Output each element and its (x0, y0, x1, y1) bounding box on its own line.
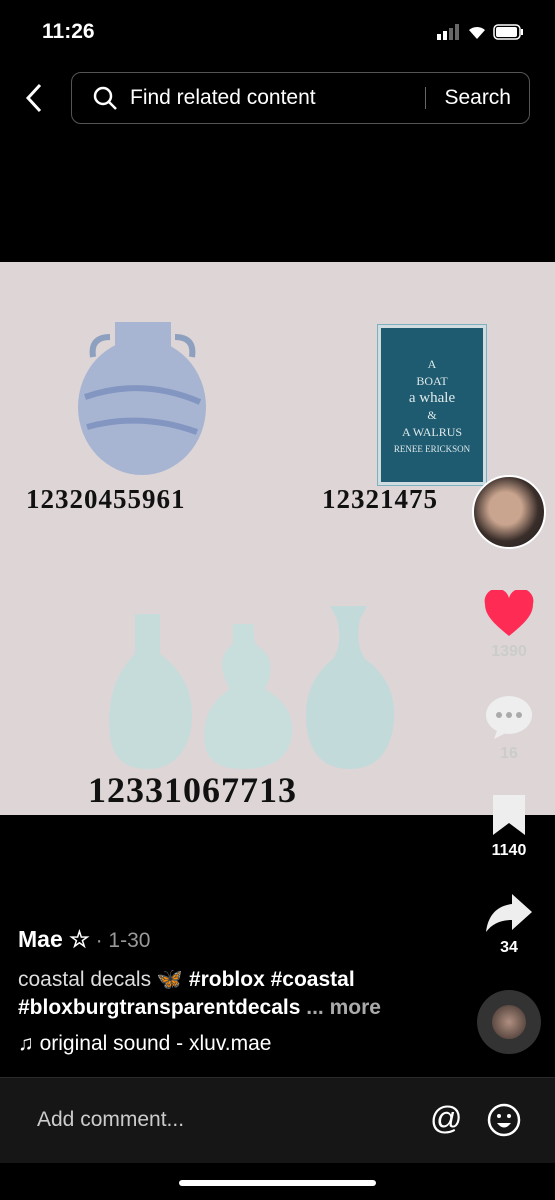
bookmark-icon (493, 795, 525, 835)
book-text: A WALRUS (401, 425, 463, 439)
wifi-icon (469, 26, 485, 39)
comment-bar: Add comment... @ (0, 1077, 555, 1163)
hashtags[interactable]: #roblox #coastal (189, 968, 355, 991)
save-button[interactable]: 1140 (470, 793, 548, 860)
caption-text: coastal decals (18, 968, 152, 991)
book-text: a whale (408, 390, 456, 406)
decal-code: 12320455961 (26, 484, 186, 514)
more-link[interactable]: ... more (306, 996, 381, 1019)
sound-line[interactable]: ♫ original sound - xluv.mae (18, 1032, 272, 1056)
signal-icon (437, 24, 459, 40)
book-text: BOAT (416, 374, 448, 388)
search-bar[interactable]: Find related content Search (71, 72, 530, 124)
author-line: Mae ☆ · 1-30 (18, 926, 150, 953)
post-date: · 1-30 (95, 929, 151, 952)
blue-vase-image (78, 322, 206, 475)
battery-icon (493, 24, 523, 40)
share-icon (486, 894, 532, 932)
music-note-icon: ♫ (18, 1032, 34, 1055)
decal-code: 12331067713 (88, 770, 297, 810)
back-button[interactable] (22, 82, 46, 114)
book-cover-image: A BOAT a whale & A WALRUS RENEE ERICKSON (377, 324, 487, 486)
comment-icon (486, 696, 532, 739)
celadon-vases-image (109, 606, 395, 769)
emoji-icon[interactable] (486, 1102, 522, 1138)
save-count: 1140 (491, 842, 527, 859)
butterfly-emoji: 🦋 (156, 968, 184, 991)
book-text: & (427, 408, 437, 422)
like-button[interactable]: 1390 (470, 588, 548, 661)
decal-code: 12321475 (322, 484, 438, 514)
share-button[interactable]: 34 (470, 892, 548, 957)
search-icon (93, 86, 117, 110)
heart-icon (484, 588, 534, 636)
share-count: 34 (500, 939, 518, 956)
creator-avatar[interactable] (472, 475, 546, 549)
book-text: A (427, 357, 437, 371)
home-indicator (179, 1180, 376, 1186)
mention-icon[interactable]: @ (430, 1100, 462, 1137)
divider (425, 87, 427, 109)
status-icons (437, 24, 525, 40)
like-count: 1390 (491, 643, 527, 660)
post-caption: coastal decals 🦋 #roblox #coastal #bloxb… (18, 966, 448, 1022)
search-input[interactable]: Find related content (130, 86, 425, 110)
book-text: RENEE ERICKSON (393, 444, 471, 454)
comment-input[interactable]: Add comment... (37, 1108, 184, 1132)
sound-name: original sound - xluv.mae (39, 1032, 272, 1055)
comment-button[interactable]: 16 (470, 694, 548, 763)
hashtag[interactable]: #bloxburgtransparentdecals (18, 996, 300, 1019)
status-time: 11:26 (42, 20, 95, 43)
search-button[interactable]: Search (444, 86, 511, 110)
sound-disc[interactable] (477, 990, 541, 1054)
sound-avatar (492, 1005, 526, 1039)
comment-count: 16 (500, 745, 518, 762)
author-name[interactable]: Mae ☆ (18, 926, 90, 952)
